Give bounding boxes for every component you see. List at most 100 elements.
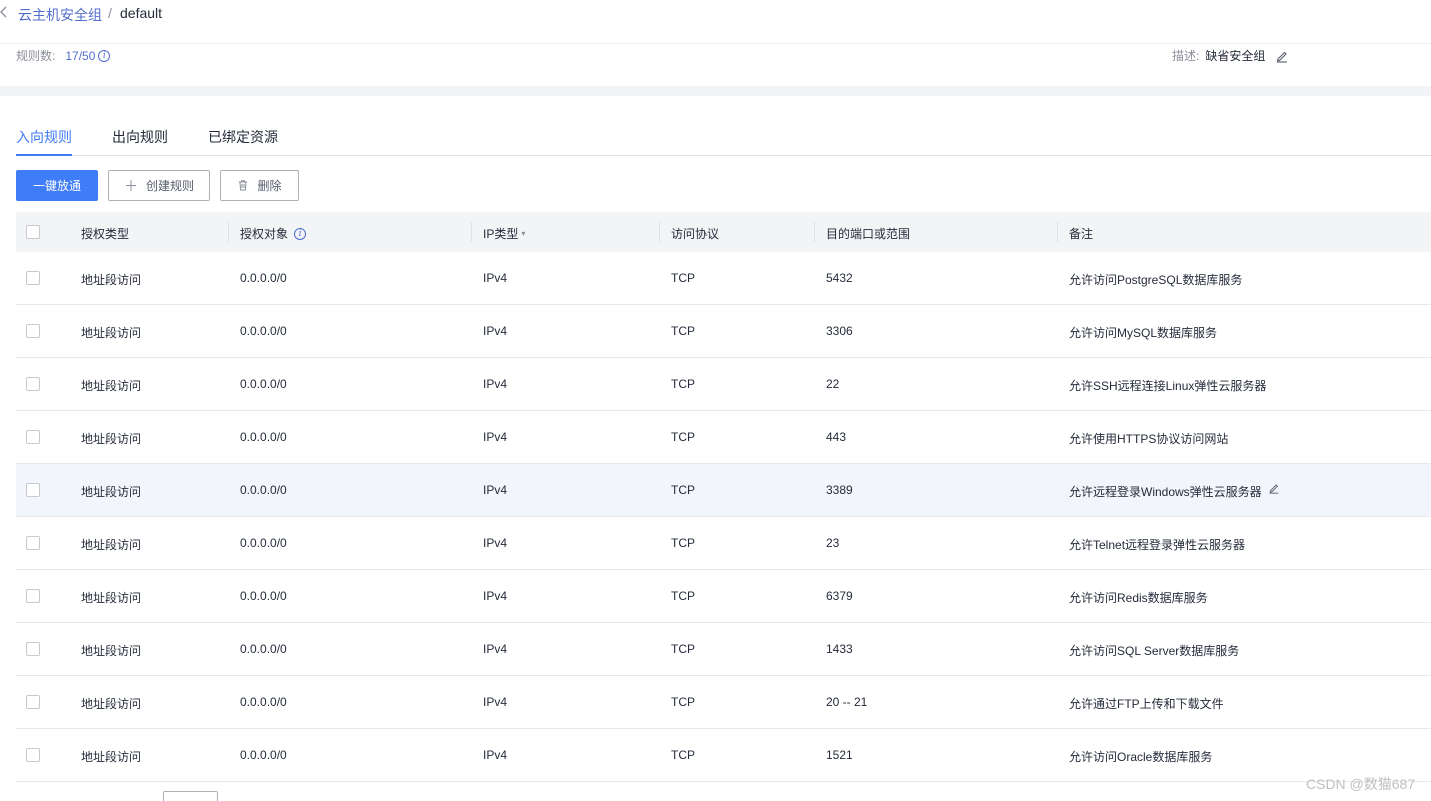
tab-outbound-rules[interactable]: 出向规则 [112,127,168,147]
column-divider [471,222,472,242]
chevron-left-icon[interactable] [0,6,12,22]
cell-note: 允许SSH远程连接Linux弹性云服务器 [1069,379,1267,393]
security-group-info: 规则数: 17/50 i 描述: 缺省安全组 [0,44,1431,86]
row-checkbox[interactable] [26,748,40,762]
allow-all-label: 一键放通 [32,179,81,193]
cell-auth-object: 0.0.0.0/0 [240,430,287,444]
cell-ip-type: IPv4 [483,483,508,497]
header-ip-type[interactable]: IP类型 ▾ [483,225,525,242]
cell-auth-object: 0.0.0.0/0 [240,642,287,656]
header-protocol: 访问协议 [671,227,720,241]
cell-auth-type: 地址段访问 [81,697,142,711]
table-body: 地址段访问 0.0.0.0/0 IPv4 TCP 5432 允许访问PostgreSQL数… [16,252,1431,782]
table-row[interactable]: 地址段访问 0.0.0.0/0 IPv4 TCP 1521 允许访问Oracle数据库服务 [16,729,1431,782]
watermark: CSDN @数猫687 [1306,776,1416,792]
cell-protocol: TCP [671,271,695,285]
row-checkbox[interactable] [26,695,40,709]
row-checkbox[interactable] [26,589,40,603]
header-auth-object: 授权对象 i [240,225,307,242]
row-checkbox[interactable] [26,430,40,444]
breadcrumb-parent-link[interactable]: 云主机安全组 [18,5,102,25]
cell-auth-object: 0.0.0.0/0 [240,271,287,285]
active-tab-indicator [16,154,72,156]
header-auth-object-label: 授权对象 [240,227,289,241]
cell-note: 允许访问Redis数据库服务 [1069,591,1208,605]
tab-inbound-rules[interactable]: 入向规则 [16,127,72,147]
description: 描述: 缺省安全组 [1172,47,1289,64]
cell-ip-type: IPv4 [483,377,508,391]
cell-ip-type: IPv4 [483,748,508,762]
cell-note: 允许访问PostgreSQL数据库服务 [1069,273,1243,287]
cell-protocol: TCP [671,324,695,338]
delete-button[interactable]: 删除 [220,170,299,201]
select-all-checkbox[interactable] [26,225,40,239]
column-divider [1057,222,1058,242]
table-row[interactable]: 地址段访问 0.0.0.0/0 IPv4 TCP 6379 允许访问Redis数据库服务 [16,570,1431,623]
rules-table: 授权类型 授权对象 i IP类型 ▾ 访问协议 目的端口或范围 备注 地址段访问… [16,212,1431,782]
cell-auth-object: 0.0.0.0/0 [240,377,287,391]
edit-note-icon[interactable] [1268,482,1280,497]
cell-auth-type: 地址段访问 [81,591,142,605]
row-checkbox[interactable] [26,324,40,338]
row-checkbox[interactable] [26,483,40,497]
info-icon[interactable]: i [98,49,111,62]
cell-ip-type: IPv4 [483,695,508,709]
section-divider [0,86,1431,96]
cell-auth-object: 0.0.0.0/0 [240,536,287,550]
cell-port-range: 5432 [826,271,853,285]
table-row[interactable]: 地址段访问 0.0.0.0/0 IPv4 TCP 3389 允许远程登录Windows弹性… [16,464,1431,517]
cell-port-range: 20 -- 21 [826,695,868,709]
cell-auth-type: 地址段访问 [81,432,142,446]
table-row[interactable]: 地址段访问 0.0.0.0/0 IPv4 TCP 22 允许SSH远程连接Linux弹性云… [16,358,1431,411]
table-header: 授权类型 授权对象 i IP类型 ▾ 访问协议 目的端口或范围 备注 [16,212,1431,252]
rule-tabs: 入向规则 出向规则 已绑定资源 [16,118,1431,156]
table-row[interactable]: 地址段访问 0.0.0.0/0 IPv4 TCP 443 允许使用HTTPS协议访问网站 [16,411,1431,464]
description-label: 描述: [1172,49,1200,63]
cell-ip-type: IPv4 [483,589,508,603]
column-divider [814,222,815,242]
tab-bound-resources[interactable]: 已绑定资源 [208,127,278,147]
cell-ip-type: IPv4 [483,642,508,656]
cell-port-range: 6379 [826,589,853,603]
cell-auth-object: 0.0.0.0/0 [240,483,287,497]
edit-description-icon[interactable] [1275,49,1289,63]
allow-all-button[interactable]: 一键放通 [16,170,98,201]
table-row[interactable]: 地址段访问 0.0.0.0/0 IPv4 TCP 3306 允许访问MySQL数据库服务 [16,305,1431,358]
cell-auth-type: 地址段访问 [81,379,142,393]
row-checkbox[interactable] [26,377,40,391]
cell-protocol: TCP [671,695,695,709]
info-icon[interactable]: i [294,227,307,240]
cell-ip-type: IPv4 [483,271,508,285]
table-row[interactable]: 地址段访问 0.0.0.0/0 IPv4 TCP 1433 允许访问SQL Server数… [16,623,1431,676]
table-row[interactable]: 地址段访问 0.0.0.0/0 IPv4 TCP 23 允许Telnet远程登录弹性云服务… [16,517,1431,570]
cell-auth-object: 0.0.0.0/0 [240,589,287,603]
cell-note: 允许远程登录Windows弹性云服务器 [1069,485,1262,499]
header-auth-type: 授权类型 [81,227,130,241]
table-row[interactable]: 地址段访问 0.0.0.0/0 IPv4 TCP 5432 允许访问PostgreSQL数… [16,252,1431,305]
delete-label: 删除 [257,179,282,193]
cell-note: 允许访问MySQL数据库服务 [1069,326,1218,340]
cell-protocol: TCP [671,430,695,444]
header-port-range: 目的端口或范围 [826,227,911,241]
cell-protocol: TCP [671,642,695,656]
cell-port-range: 3306 [826,324,853,338]
rule-count: 规则数: 17/50 i [16,47,111,64]
plus-icon: ＋ [123,177,138,194]
header-note: 备注 [1069,227,1094,241]
cell-auth-object: 0.0.0.0/0 [240,748,287,762]
row-checkbox[interactable] [26,642,40,656]
rule-count-label: 规则数: [16,49,56,63]
trash-icon [237,178,249,194]
chevron-down-icon[interactable]: ▾ [521,229,525,238]
cell-protocol: TCP [671,589,695,603]
breadcrumb-bar: 云主机安全组 / default [0,0,1431,44]
create-rule-button[interactable]: ＋ 创建规则 [108,170,210,201]
cell-auth-type: 地址段访问 [81,326,142,340]
cell-auth-object: 0.0.0.0/0 [240,695,287,709]
breadcrumb-current: default [120,5,163,21]
page-size-select[interactable] [163,791,218,801]
row-checkbox[interactable] [26,536,40,550]
table-row[interactable]: 地址段访问 0.0.0.0/0 IPv4 TCP 20 -- 21 允许通过FTP上传和下… [16,676,1431,729]
row-checkbox[interactable] [26,271,40,285]
cell-auth-type: 地址段访问 [81,644,142,658]
